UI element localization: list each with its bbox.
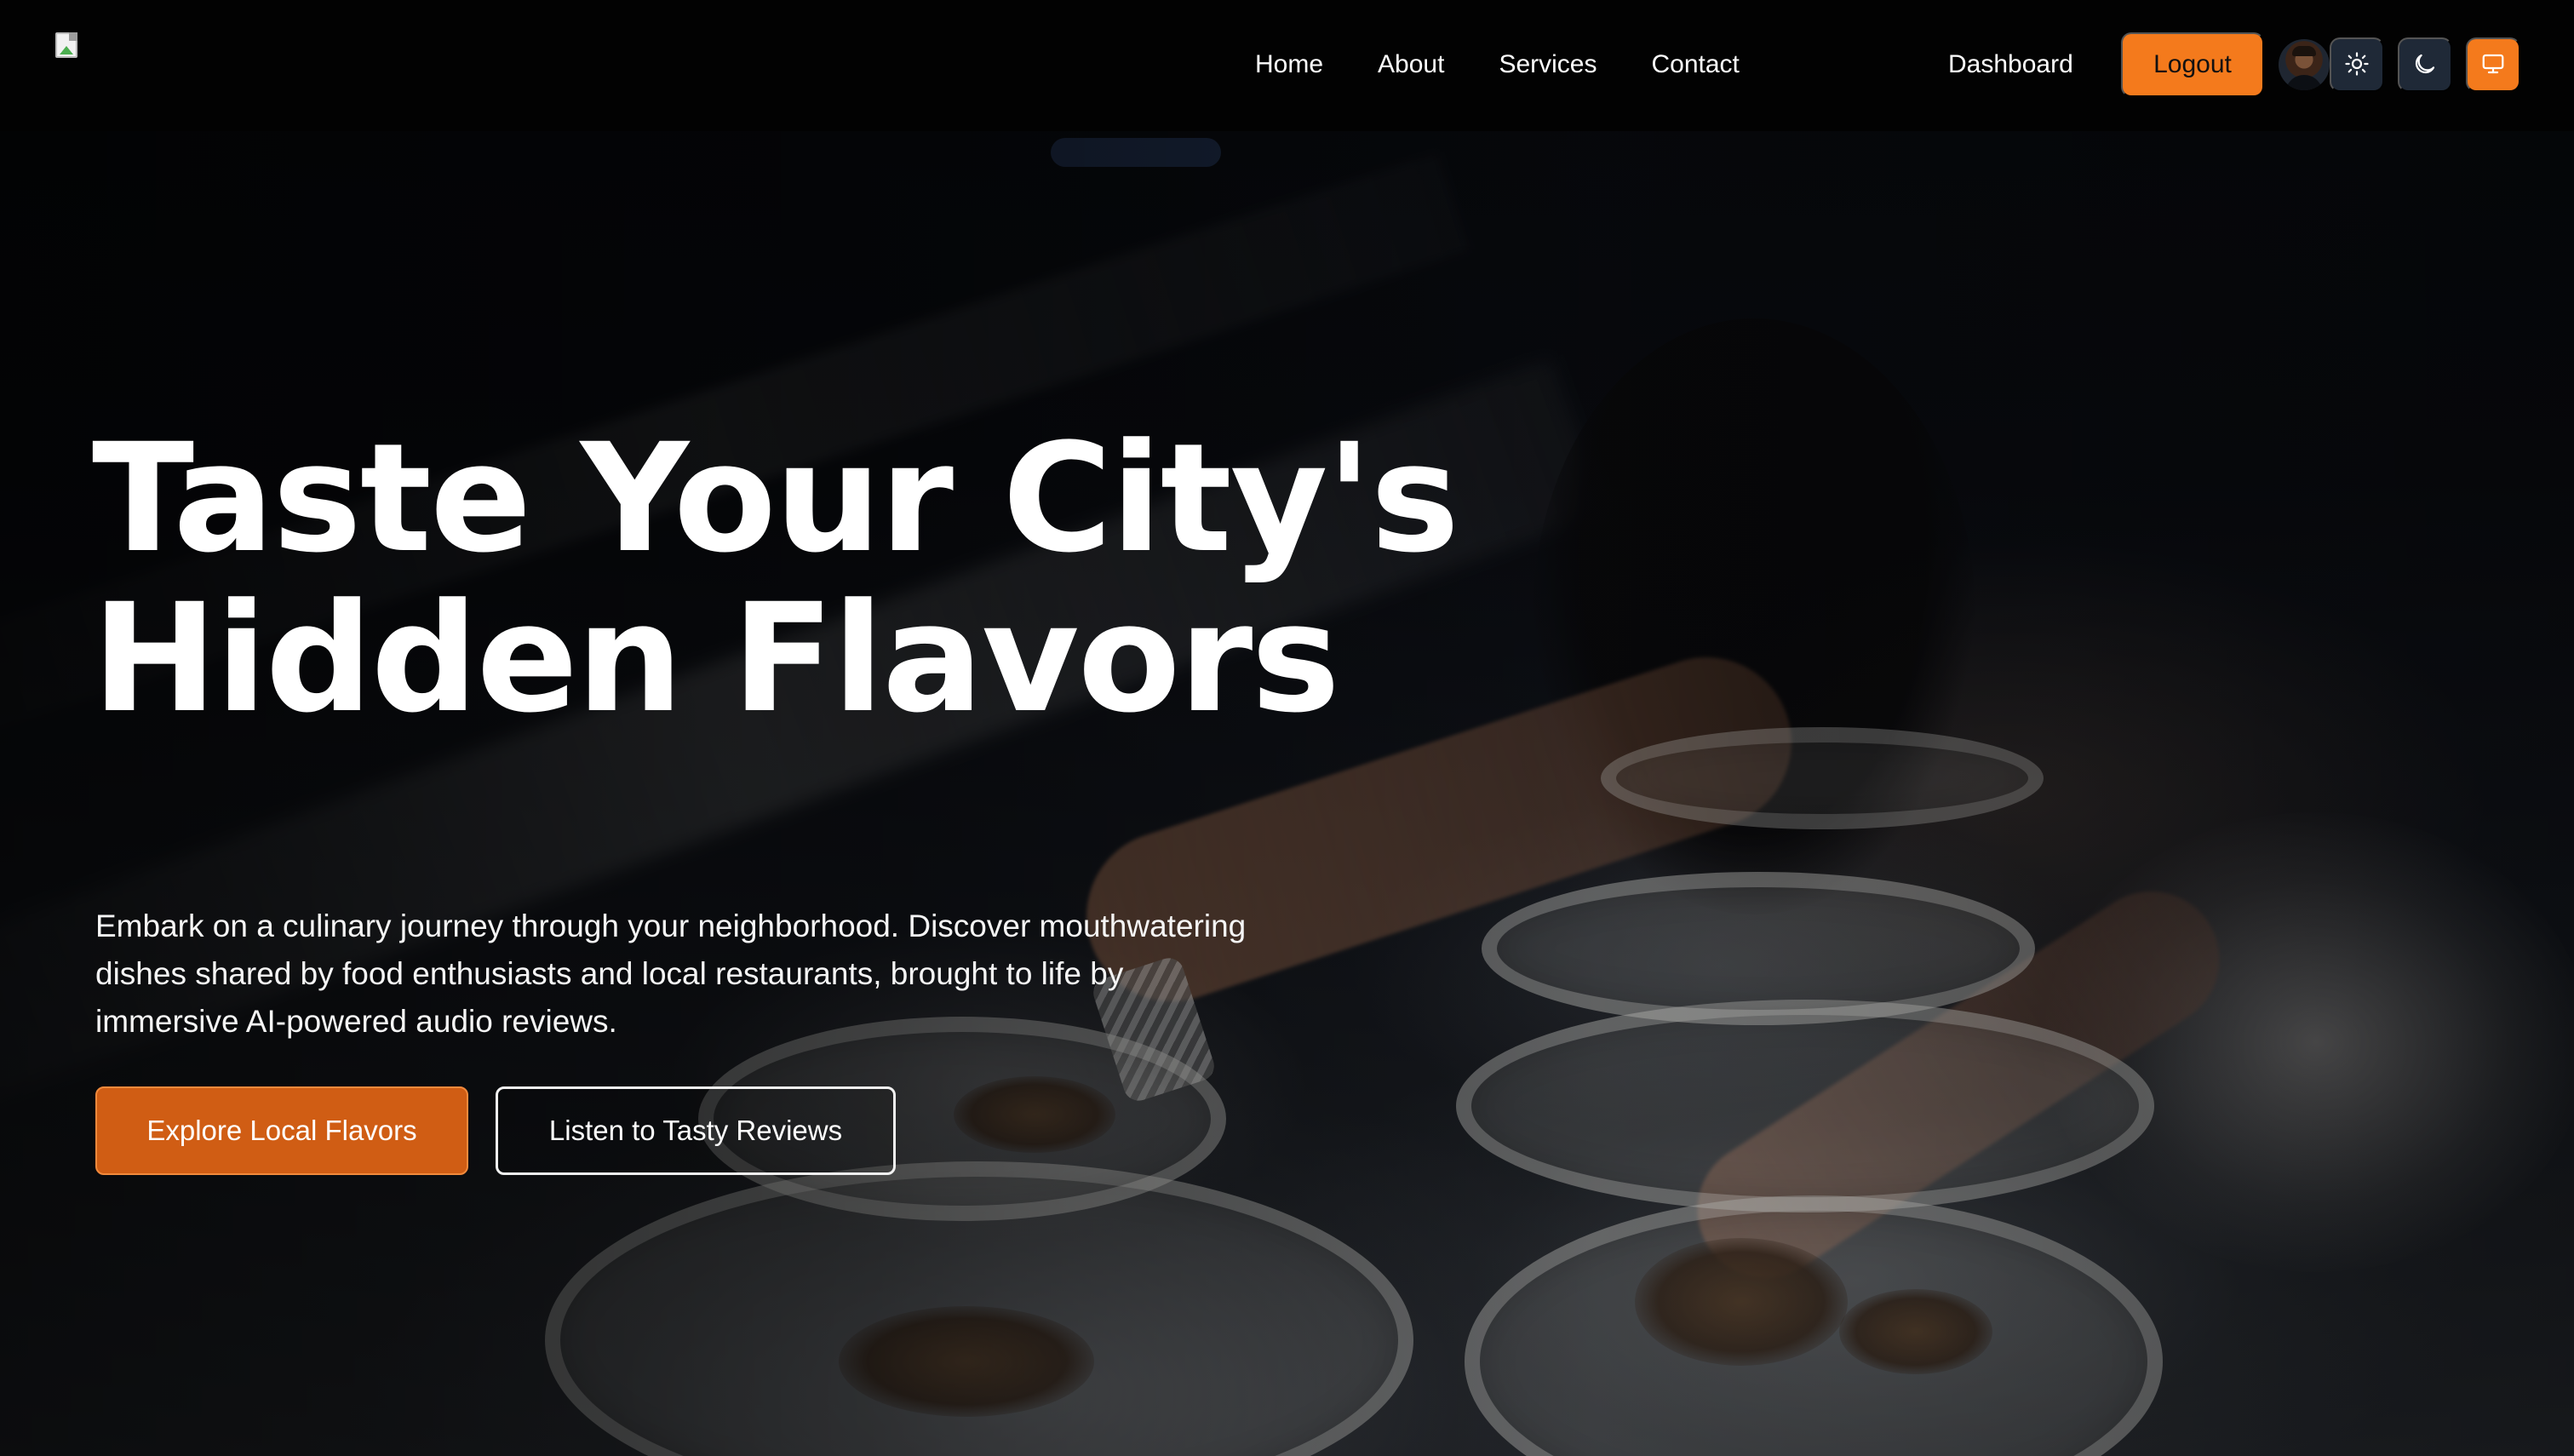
dark-theme-button[interactable] — [2398, 37, 2452, 92]
sun-icon — [2344, 51, 2370, 79]
hero-description: Embark on a culinary journey through you… — [95, 909, 1247, 1039]
avatar-shirt — [2285, 75, 2323, 90]
nav-home-link[interactable]: Home — [1255, 49, 1323, 80]
logout-button-label: Logout — [2153, 50, 2232, 78]
avatar-hair — [2292, 46, 2316, 56]
nav-contact-link[interactable]: Contact — [1651, 49, 1739, 80]
hero-title-line-1: Taste Your City's — [92, 411, 1459, 586]
nav-services-link[interactable]: Services — [1499, 49, 1597, 80]
broken-image-mountain — [60, 46, 73, 54]
light-theme-button[interactable] — [2330, 37, 2384, 92]
hero-title-line-2: Hidden Flavors — [92, 571, 1340, 746]
hero-title: Taste Your City's Hidden Flavors — [92, 411, 1459, 746]
logout-button[interactable]: Logout — [2121, 32, 2264, 97]
moon-icon — [2412, 51, 2438, 79]
app-page: Home About Services Contact Dashboard Lo… — [0, 0, 2574, 1456]
hero-section — [0, 131, 2574, 1456]
explore-local-flavors-label: Explore Local Flavors — [146, 1115, 417, 1146]
main-navigation: Home About Services Contact — [1255, 49, 1740, 80]
hero-dark-overlay — [0, 131, 2574, 1456]
user-avatar[interactable] — [2279, 39, 2330, 90]
listen-to-tasty-reviews-button[interactable]: Listen to Tasty Reviews — [496, 1086, 896, 1175]
explore-local-flavors-button[interactable]: Explore Local Flavors — [95, 1086, 468, 1175]
system-theme-button[interactable] — [2466, 37, 2520, 92]
broken-image-icon[interactable] — [53, 31, 82, 60]
broken-image-corner — [69, 32, 77, 41]
top-navbar: Home About Services Contact Dashboard Lo… — [0, 0, 2574, 131]
dashboard-link[interactable]: Dashboard — [1948, 49, 2073, 80]
nav-about-link[interactable]: About — [1378, 49, 1444, 80]
listen-to-tasty-reviews-label: Listen to Tasty Reviews — [548, 1115, 843, 1146]
monitor-icon — [2480, 51, 2506, 79]
